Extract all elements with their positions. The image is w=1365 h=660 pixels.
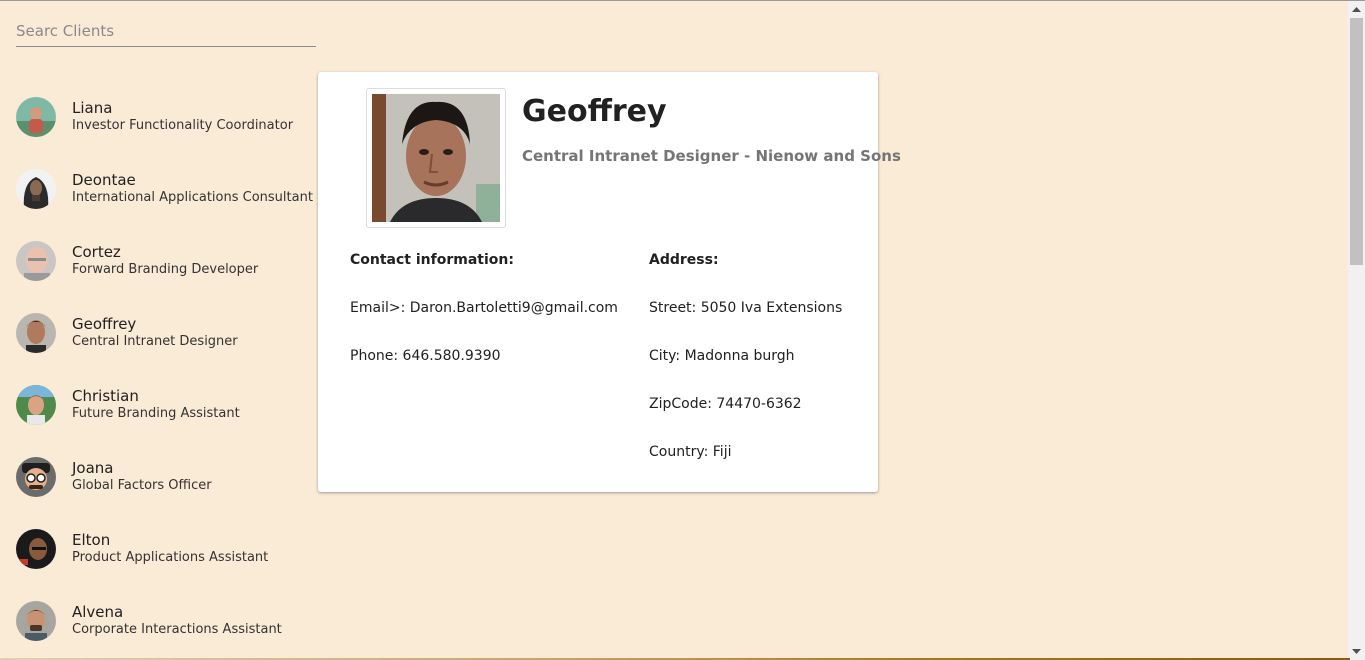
contact-info-section: Contact information: Email>: Daron.Barto…: [350, 250, 618, 394]
client-detail-name: Geoffrey: [522, 94, 667, 129]
client-item-alvena[interactable]: Alvena Corporate Interactions Assistant: [16, 590, 316, 660]
page-scrollbar[interactable]: [1348, 1, 1365, 660]
address-country: Country: Fiji: [649, 444, 732, 460]
contact-phone: Phone: 646.580.9390: [350, 348, 501, 364]
client-item-liana[interactable]: Liana Investor Functionality Coordinator: [16, 86, 316, 158]
client-name: Christian: [72, 387, 139, 405]
avatar: [16, 457, 56, 497]
contact-email: Email>: Daron.Bartoletti9@gmail.com: [350, 300, 618, 316]
client-title: Forward Branding Developer: [72, 262, 259, 277]
client-title: Investor Functionality Coordinator: [72, 118, 294, 133]
client-item-geoffrey[interactable]: Geoffrey Central Intranet Designer: [16, 302, 316, 374]
address-zipcode: ZipCode: 74470-6362: [649, 396, 802, 412]
client-title: Future Branding Assistant: [72, 406, 240, 421]
client-item-cortez[interactable]: Cortez Forward Branding Developer: [16, 230, 316, 302]
address-heading: Address:: [649, 252, 719, 268]
client-title: International Applications Consultant: [72, 190, 313, 205]
avatar: [16, 313, 56, 353]
client-detail-subtitle: Central Intranet Designer - Nienow and S…: [522, 147, 901, 165]
client-title: Central Intranet Designer: [72, 334, 238, 349]
client-title: Global Factors Officer: [72, 478, 212, 493]
address-city: City: Madonna burgh: [649, 348, 795, 364]
address-section: Address: Street: 5050 Iva Extensions Cit…: [649, 250, 842, 490]
address-street: Street: 5050 Iva Extensions: [649, 300, 843, 316]
scroll-up-icon[interactable]: [1348, 1, 1365, 18]
client-name: Elton: [72, 531, 111, 549]
client-name: Geoffrey: [72, 315, 137, 333]
client-item-christian[interactable]: Christian Future Branding Assistant: [16, 374, 316, 446]
client-name: Alvena: [72, 603, 124, 621]
avatar: [16, 385, 56, 425]
client-item-elton[interactable]: Elton Product Applications Assistant: [16, 518, 316, 590]
avatar: [16, 169, 56, 209]
search-field[interactable]: [16, 19, 316, 47]
client-name: Joana: [72, 459, 114, 477]
scrollbar-thumb[interactable]: [1350, 18, 1363, 265]
client-photo: [372, 94, 500, 222]
scroll-down-icon[interactable]: [1348, 643, 1365, 660]
app-page: Liana Investor Functionality Coordinator…: [0, 0, 1365, 660]
avatar: [16, 97, 56, 137]
search-input[interactable]: [16, 19, 316, 43]
client-title: Corporate Interactions Assistant: [72, 622, 282, 637]
avatar: [16, 241, 56, 281]
contact-info-heading: Contact information:: [350, 252, 514, 268]
client-item-joana[interactable]: Joana Global Factors Officer: [16, 446, 316, 518]
client-name: Liana: [72, 99, 113, 117]
client-name: Cortez: [72, 243, 121, 261]
client-photo-frame: [366, 88, 506, 228]
client-item-deontae[interactable]: Deontae International Applications Consu…: [16, 158, 316, 230]
avatar: [16, 601, 56, 641]
client-list: Liana Investor Functionality Coordinator…: [16, 86, 316, 660]
client-title: Product Applications Assistant: [72, 550, 269, 565]
avatar: [16, 529, 56, 569]
client-name: Deontae: [72, 171, 136, 189]
client-detail-card: Geoffrey Central Intranet Designer - Nie…: [318, 72, 901, 492]
